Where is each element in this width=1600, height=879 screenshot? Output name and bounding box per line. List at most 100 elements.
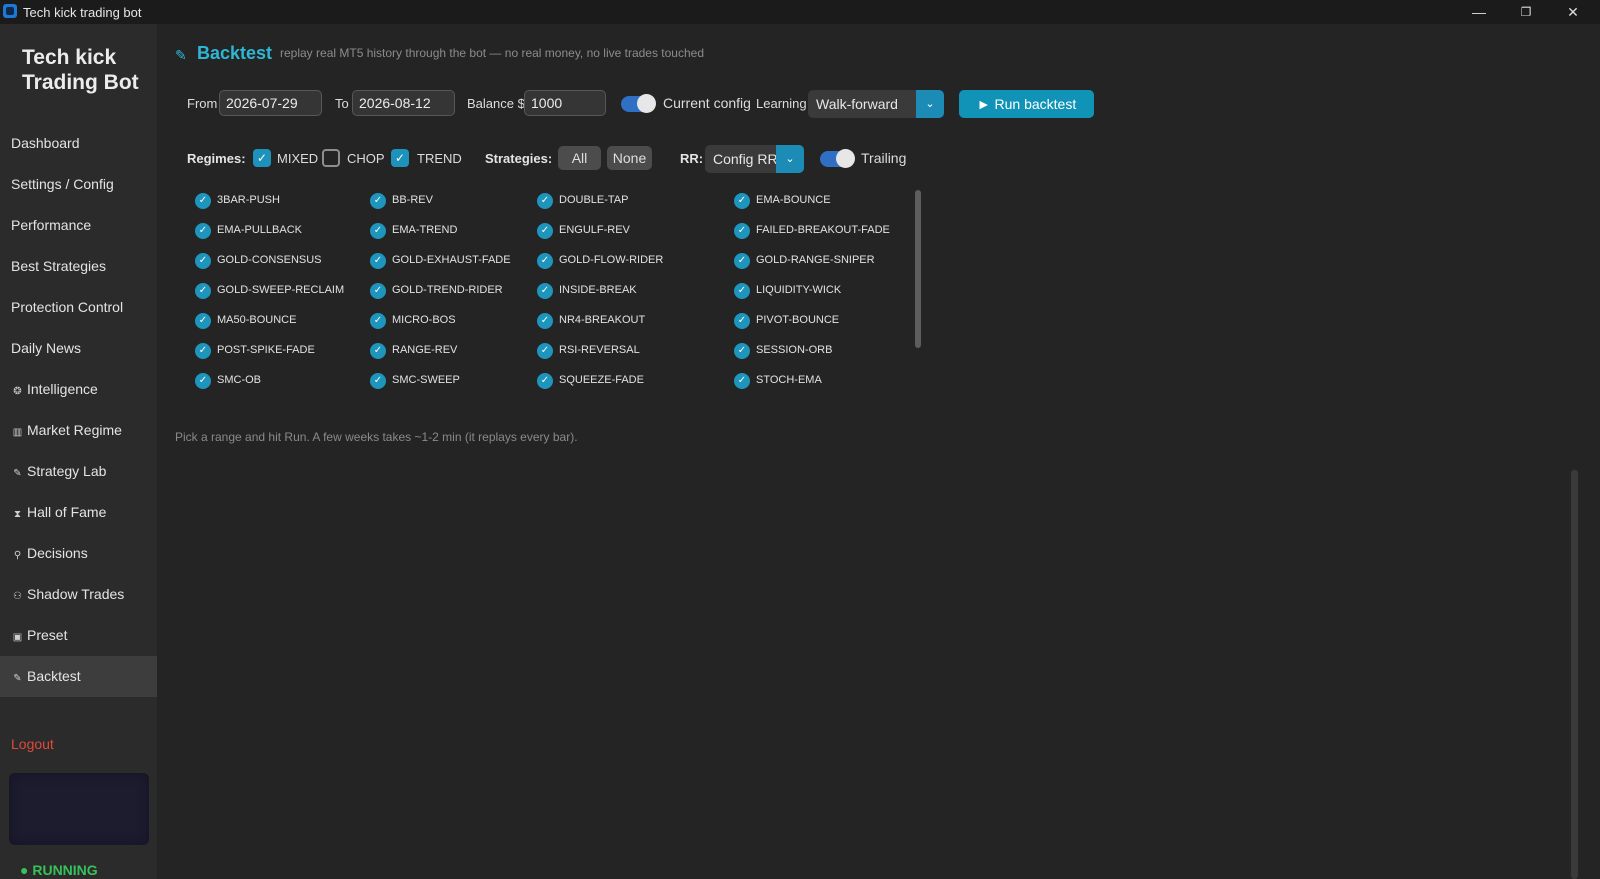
- sidebar-item-label: Performance: [11, 217, 92, 233]
- strategy-label: LIQUIDITY-WICK: [756, 284, 842, 296]
- sidebar-item-dashboard[interactable]: Dashboard: [0, 123, 157, 164]
- sidebar-item-best-strategies[interactable]: Best Strategies: [0, 246, 157, 287]
- strategy-checkbox[interactable]: ✓: [537, 193, 553, 209]
- strategy-checkbox[interactable]: ✓: [195, 223, 211, 239]
- sidebar-item-label: Intelligence: [27, 381, 98, 397]
- strategy-checkbox[interactable]: ✓: [370, 253, 386, 269]
- strategy-label: SESSION-ORB: [756, 344, 833, 356]
- regime-mixed-checkbox[interactable]: ✓: [253, 149, 271, 167]
- strategy-checkbox[interactable]: ✓: [734, 223, 750, 239]
- learning-select-value: Walk-forward: [816, 96, 898, 112]
- strategy-checkbox[interactable]: ✓: [195, 313, 211, 329]
- sidebar-item-label: Backtest: [27, 668, 81, 684]
- sidebar-item-daily-news[interactable]: Daily News: [0, 328, 157, 369]
- strategy-checkbox[interactable]: ✓: [195, 253, 211, 269]
- sidebar-item-label: Hall of Fame: [27, 504, 107, 520]
- strategy-label: FAILED-BREAKOUT-FADE: [756, 224, 890, 236]
- brand-title: Tech kick Trading Bot: [22, 46, 139, 94]
- sidebar-item-intelligence[interactable]: ❂ Intelligence: [0, 369, 157, 410]
- sidebar-item-label: Decisions: [27, 545, 88, 561]
- sidebar-item-decisions[interactable]: ⚲ Decisions: [0, 533, 157, 574]
- strategy-checkbox[interactable]: ✓: [370, 373, 386, 389]
- sidebar-item-backtest[interactable]: ✎ Backtest: [0, 656, 157, 697]
- strategy-checkbox[interactable]: ✓: [537, 253, 553, 269]
- window-title: Tech kick trading bot: [23, 5, 142, 20]
- strategy-label: STOCH-EMA: [756, 374, 822, 386]
- strategy-checkbox[interactable]: ✓: [734, 373, 750, 389]
- strategy-checkbox[interactable]: ✓: [370, 223, 386, 239]
- strategy-checkbox[interactable]: ✓: [370, 193, 386, 209]
- strategy-checkbox[interactable]: ✓: [370, 283, 386, 299]
- sidebar-item-hall-of-fame[interactable]: ⧗ Hall of Fame: [0, 492, 157, 533]
- sidebar-item-label: Market Regime: [27, 422, 122, 438]
- pin-icon: ⚲: [13, 550, 22, 561]
- balance-input[interactable]: 1000: [524, 90, 606, 116]
- strategy-checkbox[interactable]: ✓: [537, 283, 553, 299]
- strategy-checkbox[interactable]: ✓: [537, 343, 553, 359]
- strategy-label: GOLD-CONSENSUS: [217, 254, 322, 266]
- select-none-button[interactable]: None: [607, 146, 652, 170]
- restore-button[interactable]: ❐: [1503, 0, 1549, 24]
- chevron-down-icon[interactable]: ⌄: [776, 145, 804, 173]
- page-scrollbar[interactable]: [1571, 470, 1578, 879]
- sidebar-item-label: Settings / Config: [11, 176, 114, 192]
- strategy-checkbox[interactable]: ✓: [734, 253, 750, 269]
- strategy-checkbox[interactable]: ✓: [195, 193, 211, 209]
- regime-chop-label: CHOP: [347, 151, 385, 166]
- logout-link[interactable]: Logout: [11, 736, 54, 752]
- sidebar: Tech kick Trading Bot Dashboard Settings …: [0, 24, 157, 879]
- sidebar-item-settings-config[interactable]: Settings / Config: [0, 164, 157, 205]
- strategy-label: GOLD-FLOW-RIDER: [559, 254, 664, 266]
- sidebar-item-performance[interactable]: Performance: [0, 205, 157, 246]
- regime-chop-checkbox[interactable]: [322, 149, 340, 167]
- strategy-label: MICRO-BOS: [392, 314, 456, 326]
- chevron-down-icon[interactable]: ⌄: [916, 90, 944, 118]
- regime-trend-checkbox[interactable]: ✓: [391, 149, 409, 167]
- strategy-checkbox[interactable]: ✓: [370, 313, 386, 329]
- strategy-label: RSI-REVERSAL: [559, 344, 640, 356]
- rr-select[interactable]: Config RR ⌄: [705, 145, 804, 173]
- strategy-label: GOLD-TREND-RIDER: [392, 284, 503, 296]
- strategy-label: BB-REV: [392, 194, 433, 206]
- trailing-label: Trailing: [861, 150, 907, 166]
- select-all-button[interactable]: All: [558, 146, 601, 170]
- strategy-checkbox[interactable]: ✓: [734, 283, 750, 299]
- learning-select[interactable]: Walk-forward ⌄: [808, 90, 944, 118]
- sidebar-item-strategy-lab[interactable]: ✎ Strategy Lab: [0, 451, 157, 492]
- strategy-checkbox[interactable]: ✓: [195, 283, 211, 299]
- minimize-button[interactable]: —: [1456, 0, 1502, 24]
- page-subtitle: replay real MT5 history through the bot …: [280, 46, 705, 60]
- run-backtest-button[interactable]: ► Run backtest: [959, 90, 1094, 118]
- sidebar-item-protection-control[interactable]: Protection Control: [0, 287, 157, 328]
- strategy-checkbox[interactable]: ✓: [537, 373, 553, 389]
- strategy-checkbox[interactable]: ✓: [537, 313, 553, 329]
- trophy-icon: ⧗: [13, 509, 22, 520]
- learning-label: Learning: [756, 96, 807, 111]
- to-date-input[interactable]: 2026-08-12: [352, 90, 455, 116]
- strategy-checkbox[interactable]: ✓: [734, 193, 750, 209]
- strategy-label: PIVOT-BOUNCE: [756, 314, 840, 326]
- strategy-label: EMA-BOUNCE: [756, 194, 831, 206]
- current-config-toggle[interactable]: [621, 94, 656, 113]
- close-button[interactable]: ✕: [1550, 0, 1596, 24]
- sidebar-item-preset[interactable]: ▣ Preset: [0, 615, 157, 656]
- sidebar-item-market-regime[interactable]: ▥ Market Regime: [0, 410, 157, 451]
- strategy-checkbox[interactable]: ✓: [734, 343, 750, 359]
- trailing-toggle[interactable]: [820, 149, 855, 168]
- strategy-label: 3BAR-PUSH: [217, 194, 280, 206]
- strategy-label: NR4-BREAKOUT: [559, 314, 646, 326]
- strategy-list-scrollbar[interactable]: [915, 190, 921, 348]
- strategy-checkbox[interactable]: ✓: [195, 343, 211, 359]
- strategy-label: EMA-TREND: [392, 224, 458, 236]
- strategy-checkbox[interactable]: ✓: [195, 373, 211, 389]
- strategy-label: GOLD-RANGE-SNIPER: [756, 254, 875, 266]
- strategy-checkbox[interactable]: ✓: [734, 313, 750, 329]
- sidebar-item-label: Shadow Trades: [27, 586, 125, 602]
- from-date-input[interactable]: 2026-07-29: [219, 90, 322, 116]
- sidebar-item-shadow-trades[interactable]: ⚇ Shadow Trades: [0, 574, 157, 615]
- strategy-checkbox[interactable]: ✓: [537, 223, 553, 239]
- rr-select-value: Config RR: [713, 151, 778, 167]
- strategy-label: INSIDE-BREAK: [559, 284, 637, 296]
- strategy-checkbox[interactable]: ✓: [370, 343, 386, 359]
- regime-mixed-label: MIXED: [277, 151, 319, 166]
